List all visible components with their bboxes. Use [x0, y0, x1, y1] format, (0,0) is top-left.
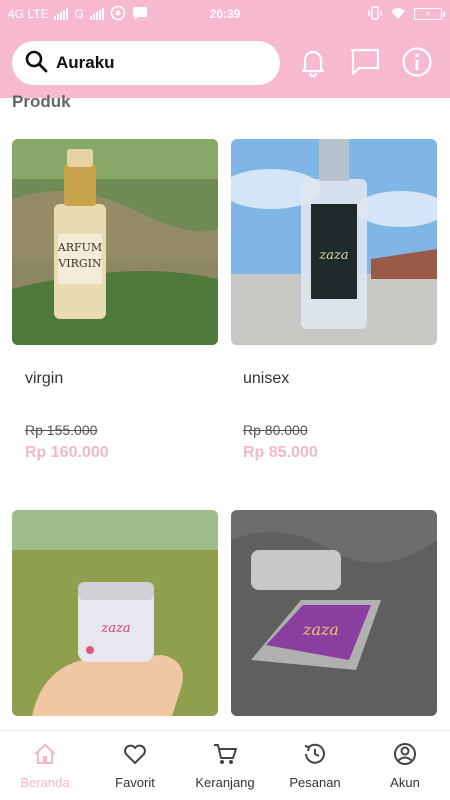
product-image-cream[interactable]: zaza — [12, 510, 218, 716]
bottom-nav: Beranda Favorit Keranjang Pesanan Akun — [0, 730, 450, 800]
app-screen: 4G LTE G 20:39 ⚡ Auraku Produk ARFUM VIR… — [0, 0, 450, 800]
battery-icon: ⚡ — [414, 8, 445, 20]
nav-label: Beranda — [20, 774, 70, 790]
product-image-unisex[interactable]: zaza — [231, 139, 437, 345]
search-query: Auraku — [56, 53, 115, 72]
product-name[interactable]: unisex — [243, 370, 289, 388]
account-icon — [392, 742, 418, 769]
product-name[interactable]: virgin — [25, 370, 63, 388]
info-icon[interactable] — [400, 45, 434, 79]
bell-icon[interactable] — [296, 45, 330, 79]
nav-favorit[interactable]: Favorit — [90, 731, 180, 800]
status-time: 20:39 — [209, 7, 241, 21]
product-image-virgin[interactable]: ARFUM VIRGIN — [12, 139, 218, 345]
svg-text:zaza: zaza — [100, 621, 130, 636]
heart-icon — [122, 742, 148, 769]
search-icon — [24, 49, 48, 78]
svg-text:VIRGIN: VIRGIN — [57, 257, 102, 270]
home-icon — [32, 742, 58, 769]
nav-label: Pesanan — [289, 774, 341, 790]
section-title: Produk — [12, 92, 71, 111]
product-image-diamond[interactable]: zaza — [231, 510, 437, 716]
search-input[interactable]: Auraku — [12, 41, 280, 85]
nav-keranjang[interactable]: Keranjang — [180, 731, 270, 800]
cart-icon — [212, 742, 238, 769]
product-old-price: Rp 155.000 — [25, 422, 98, 438]
top-bar: Auraku — [0, 28, 450, 98]
nav-label: Keranjang — [195, 774, 255, 790]
nav-beranda[interactable]: Beranda — [0, 731, 90, 800]
nav-akun[interactable]: Akun — [360, 731, 450, 800]
svg-text:zaza: zaza — [318, 248, 348, 263]
product-price: Rp 85.000 — [243, 444, 318, 461]
history-icon — [302, 742, 328, 769]
nav-label: Favorit — [115, 774, 155, 790]
status-bar: 4G LTE G 20:39 ⚡ — [0, 0, 450, 28]
product-old-price: Rp 80.000 — [243, 422, 308, 438]
nav-pesanan[interactable]: Pesanan — [270, 731, 360, 800]
product-price: Rp 160.000 — [25, 444, 109, 461]
nav-label: Akun — [390, 774, 420, 790]
svg-text:zaza: zaza — [302, 620, 339, 639]
svg-text:ARFUM: ARFUM — [57, 241, 102, 254]
chat-icon[interactable] — [348, 45, 382, 79]
